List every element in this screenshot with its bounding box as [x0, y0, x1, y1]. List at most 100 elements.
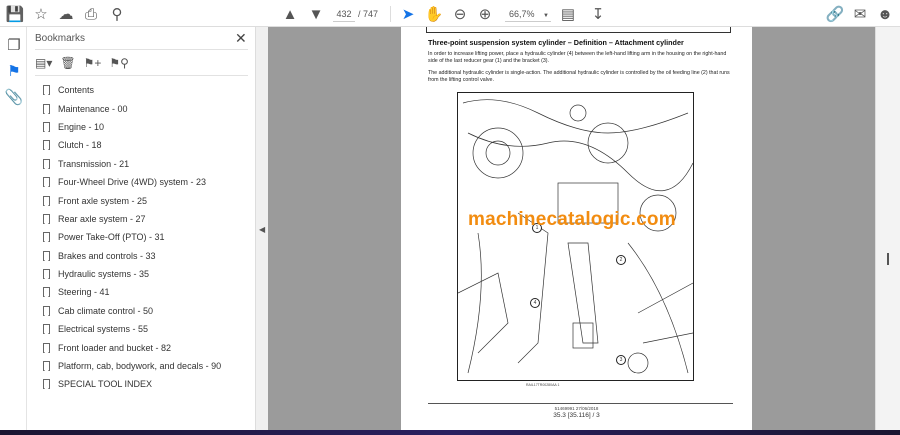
chevron-down-icon: ▼	[543, 13, 549, 19]
watermark: machinecatalogic.com	[468, 209, 676, 230]
technical-illustration: 1 2 3 4	[457, 92, 694, 381]
bookmark-icon	[43, 103, 50, 114]
bookmark-item[interactable]: Hydraulic systems - 35	[43, 265, 221, 283]
bookmark-label: Contents	[58, 85, 95, 96]
bookmark-item[interactable]: Platform, cab, bodywork, and decals - 90	[43, 357, 221, 375]
account-icon[interactable]: ☻	[875, 4, 895, 24]
bookmark-label: Power Take-Off (PTO) - 31	[58, 232, 165, 243]
bookmark-label: Cab climate control - 50	[58, 305, 154, 316]
email-icon[interactable]: ✉	[850, 4, 870, 24]
table-fragment	[426, 27, 731, 33]
panel-splitter[interactable]: ◀	[255, 27, 268, 430]
callout-4: 4	[530, 298, 540, 308]
panel-title: Bookmarks	[35, 33, 86, 44]
zoom-out-icon[interactable]: ⊖	[450, 4, 470, 24]
bookmark-icon	[43, 324, 50, 335]
page-total: / 747	[358, 9, 379, 19]
close-icon[interactable]: ✕	[235, 30, 247, 47]
bookmark-item[interactable]: Maintenance - 00	[43, 99, 221, 117]
bookmark-item[interactable]: Four-Wheel Drive (4WD) system - 23	[43, 173, 221, 191]
bookmark-icon	[43, 232, 50, 243]
page-thumbnails-icon[interactable]: ❐	[4, 35, 24, 55]
add-bookmark-icon[interactable]: ⚑+	[84, 56, 102, 70]
zoom-select[interactable]: 66,7% ▼	[505, 6, 551, 22]
left-navigation-rail: ❐ ⚑ 📎	[0, 27, 27, 430]
bookmark-icon	[43, 213, 50, 224]
engine-drawing	[458, 99, 693, 374]
bookmark-label: Platform, cab, bodywork, and decals - 90	[58, 361, 222, 372]
delete-icon[interactable]: 🗑	[60, 56, 75, 70]
print-icon[interactable]: ⎙	[81, 4, 101, 24]
scroll-mode-icon[interactable]: ↧	[588, 4, 608, 24]
scrollbar-thumb[interactable]	[887, 253, 889, 265]
bookmark-icon	[43, 250, 50, 261]
bookmark-label: Front axle system - 25	[58, 195, 148, 206]
bookmark-item[interactable]: Front loader and bucket - 82	[43, 338, 221, 356]
bookmark-label: Clutch - 18	[58, 140, 102, 151]
bookmark-label: Four-Wheel Drive (4WD) system - 23	[58, 177, 207, 188]
bookmark-label: SPECIAL TOOL INDEX	[58, 379, 153, 390]
divider	[35, 75, 248, 76]
prev-page-icon[interactable]: ▲	[280, 4, 300, 24]
bookmark-item[interactable]: Contents	[43, 81, 221, 99]
bookmark-item[interactable]: SPECIAL TOOL INDEX	[43, 375, 221, 393]
cloud-upload-icon[interactable]: ☁	[56, 4, 76, 24]
bookmark-label: Transmission - 21	[58, 158, 130, 169]
bookmark-icon	[43, 195, 50, 206]
bookmark-label: Electrical systems - 55	[58, 324, 149, 335]
save-icon[interactable]: 💾	[5, 4, 25, 24]
bookmark-item[interactable]: Engine - 10	[43, 118, 221, 136]
main-toolbar: 💾 ☆ ☁ ⎙ ⚲ ▲ ▼ 432 / 747 ➤ ✋ ⊖ ⊕ 66,7% ▼ …	[0, 0, 900, 27]
bookmark-icon	[43, 287, 50, 298]
bookmark-icon	[43, 379, 50, 390]
select-cursor-icon[interactable]: ➤	[398, 4, 418, 24]
share-link-icon[interactable]: 🔗	[825, 4, 845, 24]
bookmark-item[interactable]: Electrical systems - 55	[43, 320, 221, 338]
document-viewer: Three-point suspension system cylinder –…	[268, 27, 875, 430]
bookmark-label: Engine - 10	[58, 121, 105, 132]
bookmarks-icon[interactable]: ⚑	[4, 61, 24, 81]
bookmark-item[interactable]: Rear axle system - 27	[43, 210, 221, 228]
find-bookmark-icon[interactable]: ⚑⚲	[109, 56, 129, 70]
bookmark-item[interactable]: Steering - 41	[43, 283, 221, 301]
hand-tool-icon[interactable]: ✋	[424, 4, 444, 24]
zoom-value: 66,7%	[509, 9, 535, 19]
footer-page-ref: 35.3 [35.116] / 3	[553, 412, 600, 419]
bookmark-label: Hydraulic systems - 35	[58, 269, 150, 280]
bookmark-icon	[43, 305, 50, 316]
bookmark-label: Brakes and controls - 33	[58, 250, 156, 261]
paragraph: The additional hydraulic cylinder is sin…	[428, 70, 730, 83]
fit-page-icon[interactable]: ▤	[558, 4, 578, 24]
bookmark-label: Steering - 41	[58, 287, 110, 298]
bookmark-icon	[43, 158, 50, 169]
bookmark-label: Maintenance - 00	[58, 103, 128, 114]
footer-rule	[428, 403, 733, 404]
callout-3: 3	[616, 355, 626, 365]
footer-doc-id: 51469991 27/06/2018	[554, 406, 599, 411]
bookmark-item[interactable]: Front axle system - 25	[43, 191, 221, 209]
collapse-panel-icon[interactable]: ◀	[259, 225, 265, 234]
vertical-scrollbar[interactable]	[875, 27, 900, 430]
bookmark-icon	[43, 177, 50, 188]
search-icon[interactable]: ⚲	[107, 4, 127, 24]
bookmark-icon	[43, 85, 50, 96]
bookmark-item[interactable]: Cab climate control - 50	[43, 302, 221, 320]
bookmarks-panel: Bookmarks ✕ ▤▾ 🗑 ⚑+ ⚑⚲ Contents Maintenan…	[27, 27, 255, 430]
bookmark-item[interactable]: Power Take-Off (PTO) - 31	[43, 228, 221, 246]
bookmark-item[interactable]: Clutch - 18	[43, 136, 221, 154]
taskbar	[0, 430, 900, 435]
star-icon[interactable]: ☆	[31, 4, 51, 24]
zoom-in-icon[interactable]: ⊕	[475, 4, 495, 24]
next-page-icon[interactable]: ▼	[306, 4, 326, 24]
section-heading: Three-point suspension system cylinder –…	[428, 38, 684, 47]
bookmark-item[interactable]: Brakes and controls - 33	[43, 247, 221, 265]
bookmark-icon	[43, 140, 50, 151]
bookmark-item[interactable]: Transmission - 21	[43, 155, 221, 173]
attachments-icon[interactable]: 📎	[4, 87, 24, 107]
bookmark-list: Contents Maintenance - 00 Engine - 10 Clutc…	[43, 81, 221, 394]
paragraph: In order to increase lifting power, plac…	[428, 51, 727, 64]
pdf-page: Three-point suspension system cylinder –…	[401, 27, 752, 430]
options-menu-icon[interactable]: ▤▾	[35, 56, 52, 70]
page-number-input[interactable]: 432	[333, 6, 355, 22]
divider	[35, 49, 248, 50]
